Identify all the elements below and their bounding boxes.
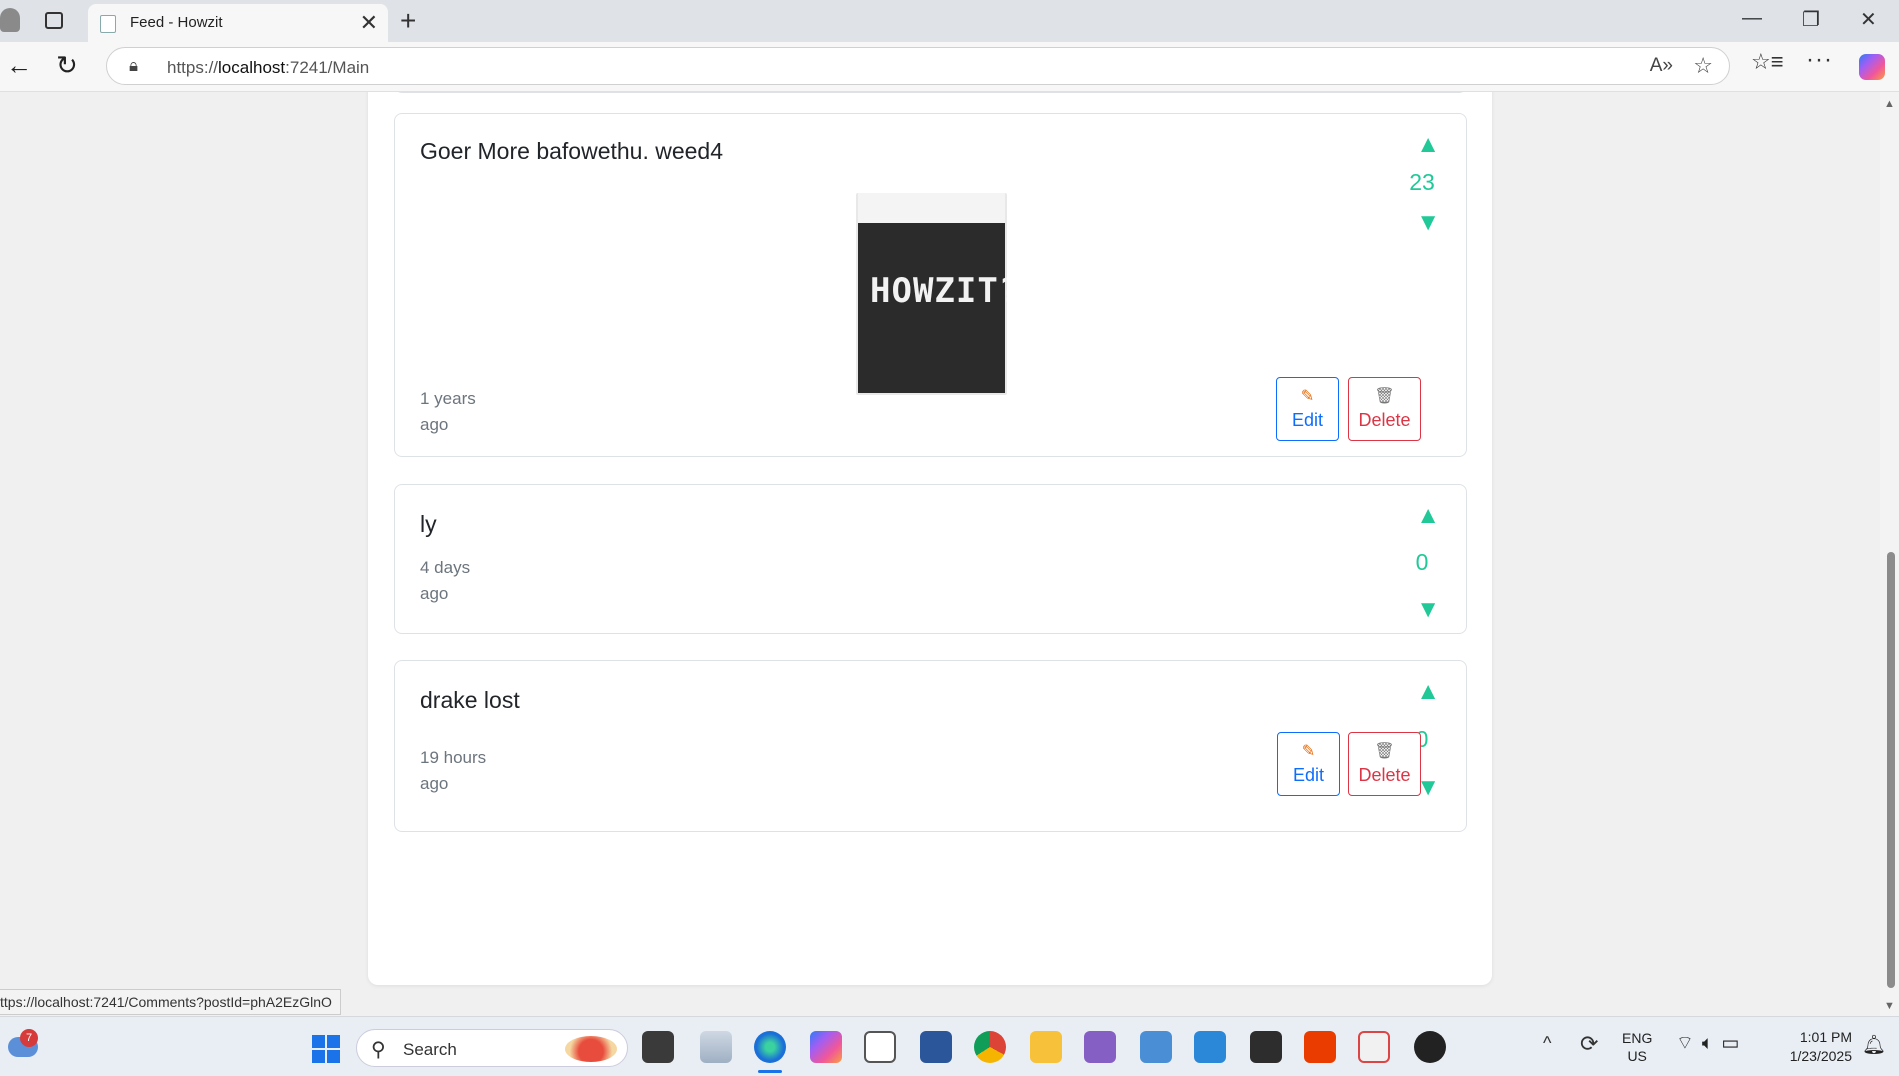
trash-icon: 🗑︎ (1374, 743, 1395, 760)
more-options-icon[interactable]: ··· (1806, 46, 1833, 74)
trash-icon: 🗑︎ (1374, 388, 1395, 405)
tab-actions-icon[interactable] (45, 12, 63, 29)
search-highlight-icon (565, 1036, 617, 1062)
downvote-arrow-icon[interactable]: ▼ (1416, 596, 1440, 624)
network-volume-battery-icon[interactable]: ⌔🔈︎▭ (1676, 1031, 1747, 1055)
show-hidden-icons-icon[interactable]: ^ (1543, 1033, 1551, 1054)
weather-badge: 7 (20, 1029, 38, 1047)
post-timestamp-line2: ago (420, 774, 449, 793)
media-player-icon[interactable] (1414, 1031, 1446, 1063)
language-code: ENG (1622, 1030, 1653, 1046)
file-explorer-icon[interactable] (1030, 1031, 1062, 1063)
tab-close-icon[interactable]: ✕ (360, 10, 378, 36)
address-bar[interactable]: 🔒︎ https://localhost:7241/Main A» ☆ (106, 47, 1730, 85)
post-image-text: HOWZIT? (870, 271, 1007, 311)
sync-icon[interactable]: ⟳ (1580, 1031, 1598, 1057)
post-title[interactable]: ly (420, 511, 437, 538)
favorite-star-icon[interactable]: ☆ (1693, 53, 1713, 79)
scroll-down-icon[interactable]: ▼ (1884, 1000, 1895, 1012)
url-text[interactable]: https://localhost:7241/Main (167, 58, 369, 78)
edit-button[interactable]: ✎ Edit (1276, 377, 1339, 441)
clock-time: 1:01 PM (1799, 1029, 1852, 1045)
office-icon[interactable] (1304, 1031, 1336, 1063)
post-timestamp: 4 days ago (420, 555, 510, 607)
back-arrow-icon[interactable]: ← (6, 50, 32, 81)
tab-feed[interactable]: Feed - Howzit ✕ (88, 4, 388, 42)
vote-count: 23 (1409, 169, 1435, 195)
pencil-icon: ✎ (1301, 743, 1316, 760)
read-aloud-icon[interactable]: A» (1650, 55, 1673, 77)
new-tab-button[interactable]: + (400, 5, 416, 37)
delete-label: Delete (1358, 410, 1411, 430)
start-button[interactable] (312, 1035, 340, 1063)
clock[interactable]: 1:01 PM 1/23/2025 (1772, 1028, 1852, 1066)
taskbar: 7 ⚲ Search ^ ⟳ ENG US ⌔🔈︎▭ 1:01 PM 1/23/… (0, 1016, 1899, 1076)
edit-button[interactable]: ✎ Edit (1277, 732, 1340, 796)
tab-title: Feed - Howzit (130, 14, 223, 31)
post-image[interactable]: HOWZIT? (856, 193, 1007, 395)
page-viewport: Goer More bafowethu. weed4 ▲ 23 ▼ HOWZIT… (0, 92, 1880, 1016)
terminal-icon[interactable] (1250, 1031, 1282, 1063)
page-scrollbar[interactable]: ▲ ▼ (1880, 92, 1899, 1016)
pycharm-icon[interactable] (864, 1031, 896, 1063)
post-card[interactable]: ly ▲ 0 ▼ 4 days ago (394, 484, 1467, 634)
language-indicator[interactable]: ENG US (1622, 1029, 1652, 1065)
upvote-arrow-icon[interactable]: ▲ (1416, 131, 1440, 159)
post-card[interactable]: Goer More bafowethu. weed4 ▲ 23 ▼ HOWZIT… (394, 113, 1467, 457)
edge-icon[interactable] (754, 1031, 786, 1073)
pencil-icon: ✎ (1300, 388, 1315, 405)
scrollbar-thumb[interactable] (1887, 552, 1895, 988)
post-timestamp-line1: 1 years (420, 389, 476, 408)
browser-toolbar: ← ↻ 🔒︎ https://localhost:7241/Main A» ☆ … (0, 42, 1899, 92)
upvote-arrow-icon[interactable]: ▲ (1416, 678, 1440, 706)
notifications-icon[interactable]: 🔔︎ (1862, 1033, 1886, 1057)
window-minimize-button[interactable]: — (1742, 7, 1762, 30)
profile-icon[interactable] (0, 8, 20, 32)
delete-label: Delete (1358, 765, 1411, 785)
photos-icon[interactable] (1194, 1031, 1226, 1063)
link-status-bar: ttps://localhost:7241/Comments?postId=ph… (0, 989, 341, 1015)
copilot-icon[interactable] (1859, 54, 1885, 80)
vote-count: 0 (1415, 549, 1429, 575)
reload-icon[interactable]: ↻ (56, 50, 78, 81)
lock-icon[interactable]: 🔒︎ (129, 56, 138, 76)
post-title[interactable]: drake lost (420, 687, 520, 714)
visual-studio-icon[interactable] (1084, 1031, 1116, 1063)
widgets-icon[interactable] (700, 1031, 732, 1063)
chrome-icon[interactable] (974, 1031, 1006, 1063)
taskbar-search[interactable]: ⚲ Search (356, 1029, 628, 1067)
post-timestamp: 1 years ago (420, 386, 510, 438)
word-icon[interactable] (920, 1031, 952, 1063)
post-timestamp: 19 hours ago (420, 745, 510, 797)
post-card-previous (394, 92, 1467, 93)
region-code: US (1627, 1048, 1647, 1064)
post-timestamp-line1: 19 hours (420, 748, 487, 767)
page-favicon-icon (100, 15, 116, 33)
edit-label: Edit (1291, 410, 1324, 430)
post-timestamp-line1: 4 days (420, 558, 471, 577)
window-restore-button[interactable]: ❐ (1802, 7, 1820, 32)
downvote-arrow-icon[interactable]: ▼ (1416, 209, 1440, 237)
post-timestamp-line2: ago (420, 584, 449, 603)
delete-button[interactable]: 🗑︎ Delete (1348, 732, 1421, 796)
search-label: Search (403, 1040, 457, 1059)
task-view-icon[interactable] (642, 1031, 674, 1063)
notepad-icon[interactable] (1140, 1031, 1172, 1063)
feed-container: Goer More bafowethu. weed4 ▲ 23 ▼ HOWZIT… (368, 92, 1492, 985)
upvote-arrow-icon[interactable]: ▲ (1416, 502, 1440, 530)
post-timestamp-line2: ago (420, 415, 449, 434)
post-image-paper (858, 193, 1005, 223)
edit-label: Edit (1292, 765, 1325, 785)
favorites-list-icon[interactable]: ☆≡ (1751, 49, 1784, 75)
browser-tab-strip: Feed - Howzit ✕ + — ❐ ✕ (0, 0, 1899, 42)
post-title[interactable]: Goer More bafowethu. weed4 (420, 138, 723, 165)
snipping-tool-icon[interactable] (1358, 1031, 1390, 1063)
window-close-button[interactable]: ✕ (1860, 7, 1877, 32)
scroll-up-icon[interactable]: ▲ (1884, 98, 1895, 110)
copilot-app-icon[interactable] (810, 1031, 842, 1063)
delete-button[interactable]: 🗑︎ Delete (1348, 377, 1421, 441)
clock-date: 1/23/2025 (1789, 1048, 1852, 1064)
post-card[interactable]: drake lost ▲ 0 ▼ 19 hours ago ✎ Edit 🗑︎ … (394, 660, 1467, 832)
search-icon: ⚲ (371, 1039, 386, 1061)
